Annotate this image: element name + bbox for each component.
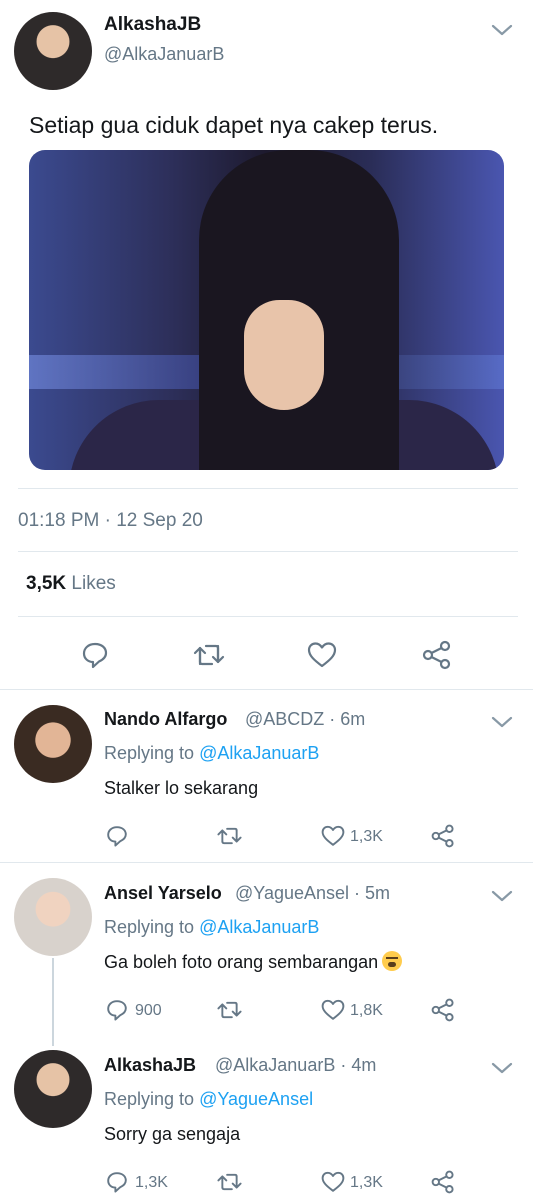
replying-to-prefix: Replying to [104,743,200,763]
retweet-icon[interactable] [216,824,243,848]
chevron-down-icon[interactable] [490,1060,514,1076]
reply-author-name[interactable]: Ansel Yarselo [104,883,222,904]
reply-author-name[interactable]: AlkashaJB [104,1055,196,1076]
avatar[interactable] [14,1050,92,1128]
avatar[interactable] [14,878,92,956]
like-icon[interactable] [320,1170,346,1194]
tweet-text: Setiap gua ciduk dapet nya cakep terus. [29,112,439,138]
reply-author-handle[interactable]: @ABCDZ · 6m [245,709,365,730]
chevron-down-icon[interactable] [490,888,514,904]
likes-label: Likes [71,573,116,594]
reply-author-name[interactable]: Nando Alfargo [104,709,227,730]
crying-face-emoji-icon [382,951,403,971]
share-icon[interactable] [430,824,456,848]
replying-to-prefix: Replying to [104,1089,200,1109]
share-icon[interactable] [430,1170,456,1194]
reply-text: Ga boleh foto orang sembarangan [104,951,403,973]
replying-to-prefix: Replying to [104,917,200,937]
retweet-icon[interactable] [216,1170,243,1194]
replying-to-link[interactable]: @YagueAnsel [199,1089,313,1109]
avatar[interactable] [14,12,92,90]
likes-stat[interactable]: 3,5K Likes [26,573,116,595]
retweet-icon[interactable] [216,998,243,1022]
replying-to-link[interactable]: @AlkaJanuarB [199,917,319,937]
replying-to: Replying to @AlkaJanuarB [104,917,319,938]
reply-text: Stalker lo sekarang [104,778,259,798]
replying-to-link[interactable]: @AlkaJanuarB [199,743,319,763]
tweet-timestamp[interactable]: 01:18 PM · 12 Sep 20 [18,510,203,532]
reply-icon[interactable] [105,1170,129,1194]
replying-to: Replying to @YagueAnsel [104,1089,313,1110]
share-icon[interactable] [421,640,453,670]
reply-author-handle[interactable]: @AlkaJanuarB · 4m [215,1055,376,1076]
retweet-icon[interactable] [192,640,226,670]
likes-count: 3,5K [26,573,67,594]
like-icon[interactable] [306,640,338,670]
reply-icon[interactable] [105,998,129,1022]
author-handle[interactable]: @AlkaJanuarB [104,44,224,65]
thread-line [52,958,54,1046]
reply-count: 900 [135,1002,162,1019]
avatar[interactable] [14,705,92,783]
like-count: 1,3K [350,828,383,845]
like-count: 1,8K [350,1002,383,1019]
reply-author-handle[interactable]: @YagueAnsel · 5m [235,883,390,904]
like-icon[interactable] [320,998,346,1022]
reply-icon[interactable] [80,640,110,670]
chevron-down-icon[interactable] [490,22,514,38]
chevron-down-icon[interactable] [490,714,514,730]
like-count: 1,3K [350,1174,383,1191]
tweet-photo[interactable] [29,150,504,470]
reply-text: Sorry ga sengaja [104,1124,241,1144]
reply-icon[interactable] [105,824,129,848]
share-icon[interactable] [430,998,456,1022]
author-name[interactable]: AlkashaJB [104,14,201,36]
reply-text-content: Ga boleh foto orang sembarangan [104,952,379,972]
reply-count: 1,3K [135,1174,168,1191]
replying-to: Replying to @AlkaJanuarB [104,743,319,764]
like-icon[interactable] [320,824,346,848]
